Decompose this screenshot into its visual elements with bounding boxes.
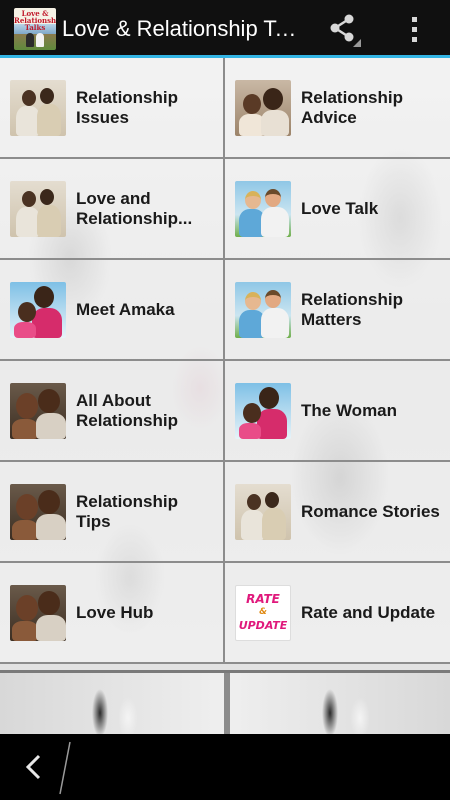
menu-grid: Relationship Issues Relationship Advice … xyxy=(0,58,450,664)
couple-photo-icon xyxy=(235,382,291,439)
couple-photo-icon xyxy=(10,584,66,641)
menu-tile-meet-amaka[interactable]: Meet Amaka xyxy=(0,260,225,361)
menu-tile-label: Meet Amaka xyxy=(76,299,175,319)
divider-icon xyxy=(59,741,71,795)
couple-photo-icon xyxy=(10,483,66,540)
back-arrow-icon xyxy=(25,754,41,780)
menu-tile-all-about-relationship[interactable]: All About Relationship xyxy=(0,361,225,462)
overflow-menu-button[interactable] xyxy=(394,0,434,58)
couple-photo-icon xyxy=(235,79,291,136)
app-icon-figure xyxy=(36,33,44,47)
menu-tile-label: Love Talk xyxy=(301,198,379,218)
rate-badge-line: & xyxy=(259,607,267,617)
divider xyxy=(224,673,230,734)
couple-photo-icon xyxy=(235,281,291,338)
menu-tile-the-woman[interactable]: The Woman xyxy=(225,361,450,462)
app-icon-text: Love & Relationship Talks xyxy=(14,9,56,32)
couple-photo-icon xyxy=(10,180,66,237)
menu-tile-label: Romance Stories xyxy=(301,501,440,521)
app-icon[interactable]: Love & Relationship Talks xyxy=(14,8,56,50)
menu-tile-love-talk[interactable]: Love Talk xyxy=(225,159,450,260)
menu-tile-relationship-issues[interactable]: Relationship Issues xyxy=(0,58,225,159)
share-icon xyxy=(330,14,361,47)
menu-tile-relationship-tips[interactable]: Relationship Tips xyxy=(0,462,225,563)
couple-photo-icon xyxy=(10,382,66,439)
couple-photo-icon xyxy=(10,79,66,136)
menu-tile-label: Relationship Issues xyxy=(76,87,179,127)
navigation-bar xyxy=(0,734,450,800)
menu-tile-label: All About Relationship xyxy=(76,390,179,430)
rate-update-icon: RATE & UPDATE xyxy=(235,584,291,641)
menu-tile-relationship-advice[interactable]: Relationship Advice xyxy=(225,58,450,159)
app-title: Love & Relationship Talks xyxy=(62,16,298,41)
rate-badge-line: RATE xyxy=(246,592,280,606)
menu-tile-love-and-relationship[interactable]: Love and Relationship... xyxy=(0,159,225,260)
share-button[interactable] xyxy=(318,0,368,58)
banner-image xyxy=(0,670,450,734)
main-content: Relationship Issues Relationship Advice … xyxy=(0,58,450,734)
menu-tile-label: Relationship Matters xyxy=(301,289,404,329)
couple-photo-icon xyxy=(10,281,66,338)
rate-badge-line: UPDATE xyxy=(238,619,288,632)
menu-tile-label: Love Hub xyxy=(76,602,154,622)
action-bar: Love & Relationship Talks Love & Relatio… xyxy=(0,0,450,58)
menu-tile-romance-stories[interactable]: Romance Stories xyxy=(225,462,450,563)
couple-photo-icon xyxy=(235,483,291,540)
menu-tile-relationship-matters[interactable]: Relationship Matters xyxy=(225,260,450,361)
couple-photo-icon xyxy=(235,180,291,237)
menu-tile-label: Love and Relationship... xyxy=(76,188,193,228)
menu-tile-label: The Woman xyxy=(301,400,398,420)
menu-tile-love-hub[interactable]: Love Hub xyxy=(0,563,225,664)
menu-tile-label: Relationship Advice xyxy=(301,87,404,127)
app-icon-figure xyxy=(26,33,34,47)
back-button[interactable] xyxy=(14,747,54,787)
menu-tile-label: Relationship Tips xyxy=(76,491,179,531)
menu-tile-label: Rate and Update xyxy=(301,602,436,622)
overflow-menu-icon xyxy=(411,16,417,42)
menu-tile-rate-and-update[interactable]: RATE & UPDATE Rate and Update xyxy=(225,563,450,664)
